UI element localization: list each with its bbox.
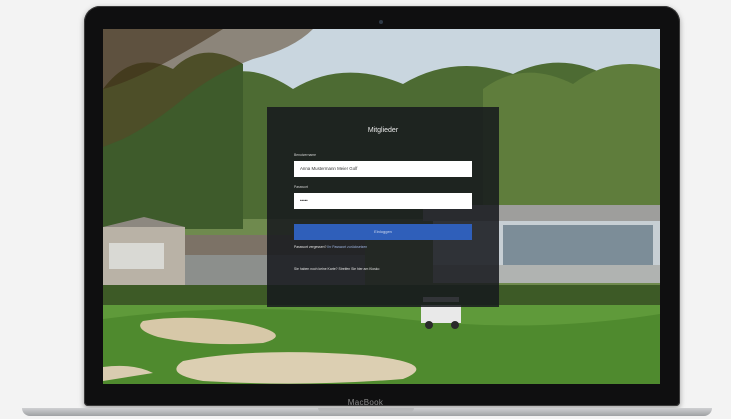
camera-icon	[379, 20, 383, 24]
macbook-mockup: Mitglieder Benutzername Anna Mustermann …	[0, 0, 731, 419]
forgot-password-row: Passwort vergessen? Ihr Passwort zurücks…	[294, 245, 367, 249]
forgot-password-text: Passwort vergessen?	[294, 245, 327, 249]
brand-label: MacBook	[347, 398, 384, 407]
username-field[interactable]: Anna Mustermann Meier Golf	[294, 161, 472, 177]
password-field[interactable]: •••••	[294, 193, 472, 209]
laptop-base-notch	[318, 408, 414, 412]
reset-password-link[interactable]: Ihr Passwort zurücksetzen	[327, 245, 367, 249]
login-button[interactable]: Einloggen	[294, 224, 472, 240]
laptop-screen: Mitglieder Benutzername Anna Mustermann …	[103, 29, 660, 384]
password-label: Passwort	[294, 185, 308, 189]
no-card-text: Sie haben noch keine Karte? Streifen Sie…	[294, 267, 380, 271]
username-label: Benutzername	[294, 153, 317, 157]
panel-title: Mitglieder	[367, 127, 399, 134]
login-panel: Mitglieder Benutzername Anna Mustermann …	[267, 107, 499, 307]
